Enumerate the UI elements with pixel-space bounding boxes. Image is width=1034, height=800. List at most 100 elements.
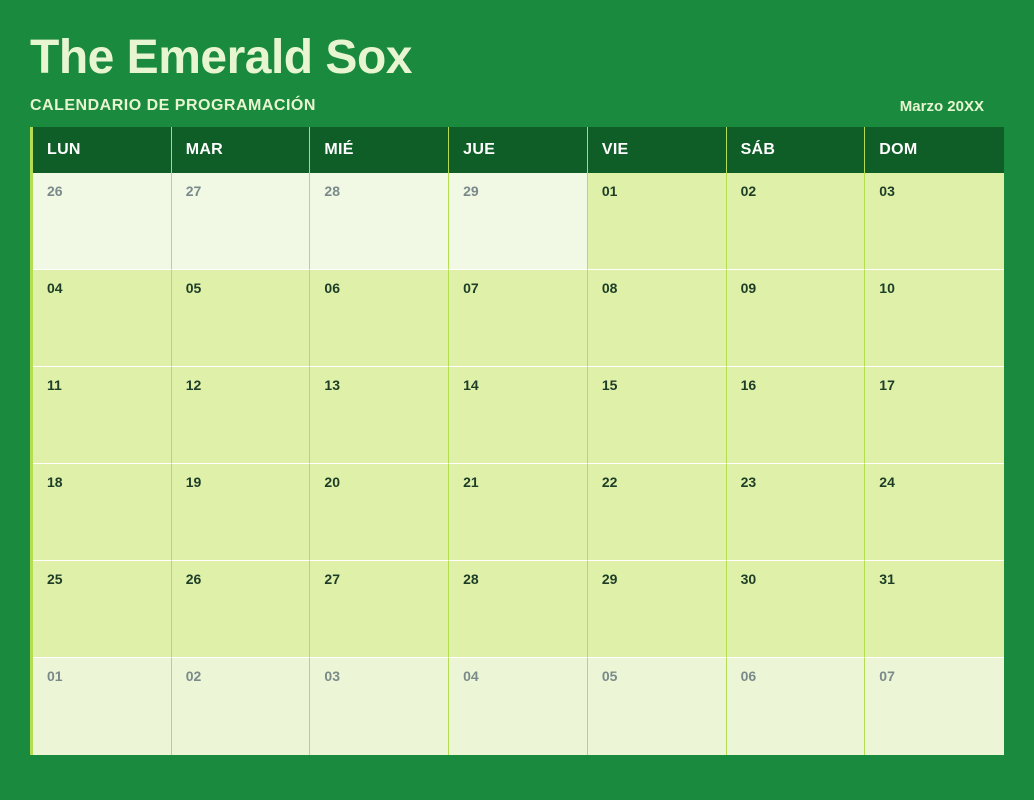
calendar-body: 26 27 28 29 01 02 03 04 05 06 07 08 09 10 11 12 13 14 15 16…	[30, 173, 1004, 755]
calendar-grid: LUN MAR MIÉ JUE VIE SÁB DOM 26 27 28 29 01 02…	[30, 127, 1004, 755]
subtitle: CALENDARIO DE PROGRAMACIÓN	[30, 97, 316, 115]
day-header-wed: MIÉ	[310, 127, 449, 173]
day-cell: 07	[865, 658, 1004, 755]
day-cell: 25	[33, 561, 172, 658]
day-number: 09	[741, 280, 757, 296]
day-number: 06	[741, 668, 757, 684]
day-number: 04	[47, 280, 63, 296]
day-number: 13	[324, 377, 340, 393]
day-cell: 21	[449, 464, 588, 561]
day-cell: 04	[449, 658, 588, 755]
calendar-row: 18 19 20 21 22 23 24	[33, 464, 1004, 561]
day-number: 11	[47, 377, 62, 393]
day-number: 28	[324, 183, 340, 199]
day-number: 25	[47, 571, 63, 587]
day-number: 30	[741, 571, 757, 587]
day-number: 31	[879, 571, 895, 587]
day-number: 27	[324, 571, 340, 587]
day-header-sat: SÁB	[727, 127, 866, 173]
day-cell: 13	[310, 367, 449, 464]
day-cell: 27	[172, 173, 311, 270]
calendar-row: 04 05 06 07 08 09 10	[33, 270, 1004, 367]
day-number: 02	[741, 183, 757, 199]
day-number: 19	[186, 474, 202, 490]
day-number: 21	[463, 474, 479, 490]
calendar-days-header: LUN MAR MIÉ JUE VIE SÁB DOM	[30, 127, 1004, 173]
day-cell: 12	[172, 367, 311, 464]
day-number: 29	[463, 183, 479, 199]
day-number: 07	[879, 668, 895, 684]
day-number: 02	[186, 668, 202, 684]
day-cell: 30	[727, 561, 866, 658]
day-cell: 29	[588, 561, 727, 658]
day-number: 17	[879, 377, 895, 393]
day-number: 16	[741, 377, 757, 393]
day-number: 15	[602, 377, 618, 393]
day-cell: 05	[588, 658, 727, 755]
day-cell: 04	[33, 270, 172, 367]
day-header-mon: LUN	[33, 127, 172, 173]
day-number: 05	[186, 280, 202, 296]
day-number: 04	[463, 668, 479, 684]
day-cell: 16	[727, 367, 866, 464]
day-header-sun: DOM	[865, 127, 1004, 173]
day-cell: 26	[33, 173, 172, 270]
day-number: 27	[186, 183, 202, 199]
day-number: 23	[741, 474, 757, 490]
day-cell: 06	[727, 658, 866, 755]
day-cell: 28	[310, 173, 449, 270]
day-cell: 10	[865, 270, 1004, 367]
day-cell: 26	[172, 561, 311, 658]
day-number: 01	[47, 668, 63, 684]
day-cell: 17	[865, 367, 1004, 464]
day-cell: 01	[588, 173, 727, 270]
day-number: 06	[324, 280, 340, 296]
day-cell: 07	[449, 270, 588, 367]
day-cell: 20	[310, 464, 449, 561]
day-cell: 14	[449, 367, 588, 464]
day-header-thu: JUE	[449, 127, 588, 173]
day-cell: 11	[33, 367, 172, 464]
day-cell: 08	[588, 270, 727, 367]
calendar-row: 25 26 27 28 29 30 31	[33, 561, 1004, 658]
day-number: 29	[602, 571, 618, 587]
day-number: 01	[602, 183, 618, 199]
day-cell: 06	[310, 270, 449, 367]
day-cell: 31	[865, 561, 1004, 658]
day-cell: 22	[588, 464, 727, 561]
day-cell: 23	[727, 464, 866, 561]
page-title: The Emerald Sox	[30, 30, 1004, 85]
day-cell: 18	[33, 464, 172, 561]
day-header-tue: MAR	[172, 127, 311, 173]
day-number: 07	[463, 280, 479, 296]
day-number: 20	[324, 474, 340, 490]
day-number: 22	[602, 474, 618, 490]
day-number: 10	[879, 280, 895, 296]
day-number: 18	[47, 474, 63, 490]
day-cell: 03	[310, 658, 449, 755]
calendar-row: 11 12 13 14 15 16 17	[33, 367, 1004, 464]
day-cell: 15	[588, 367, 727, 464]
calendar-row: 26272829010203	[33, 173, 1004, 270]
day-cell: 02	[172, 658, 311, 755]
subtitle-row: CALENDARIO DE PROGRAMACIÓN Marzo 20XX	[30, 97, 1004, 115]
day-number: 24	[879, 474, 895, 490]
day-number: 28	[463, 571, 479, 587]
day-number: 08	[602, 280, 618, 296]
day-cell: 02	[727, 173, 866, 270]
day-cell: 05	[172, 270, 311, 367]
day-number: 03	[324, 668, 340, 684]
day-number: 05	[602, 668, 618, 684]
day-cell: 24	[865, 464, 1004, 561]
month-year-label: Marzo 20XX	[900, 98, 984, 115]
day-number: 26	[186, 571, 202, 587]
calendar-header-section: The Emerald Sox CALENDARIO DE PROGRAMACI…	[30, 30, 1004, 115]
day-cell: 27	[310, 561, 449, 658]
day-cell: 09	[727, 270, 866, 367]
day-cell: 29	[449, 173, 588, 270]
day-header-fri: VIE	[588, 127, 727, 173]
day-number: 12	[186, 377, 202, 393]
calendar-row: 01 02 03 04 05 06 07	[33, 658, 1004, 755]
day-number: 14	[463, 377, 479, 393]
day-cell: 01	[33, 658, 172, 755]
